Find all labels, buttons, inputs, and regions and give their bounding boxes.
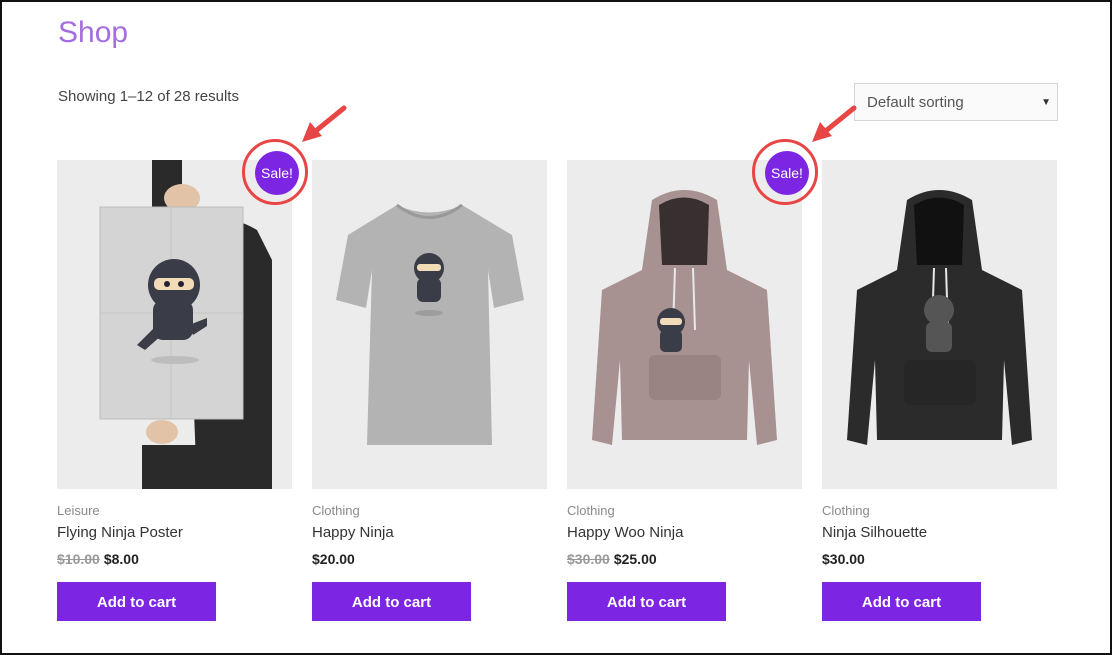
add-to-cart-button[interactable]: Add to cart (567, 582, 726, 621)
tshirt-image (312, 160, 547, 489)
original-price: $10.00 (57, 551, 100, 567)
original-price: $30.00 (567, 551, 610, 567)
sale-price: $25.00 (613, 551, 657, 567)
product-price: $20.00 (312, 551, 547, 567)
page-title: Shop (58, 16, 129, 49)
product-price: $10.00 $8.00 (57, 551, 292, 567)
add-to-cart-button[interactable]: Add to cart (822, 582, 981, 621)
product-card: Clothing Happy Woo Ninja $30.00 $25.00 Ad… (567, 160, 802, 621)
product-category: Clothing (822, 503, 870, 518)
product-image-tshirt[interactable] (312, 160, 547, 489)
product-price: $30.00 (822, 551, 1057, 567)
regular-price: $30.00 (822, 551, 865, 567)
poster-image (57, 160, 292, 489)
regular-price: $20.00 (312, 551, 355, 567)
hoodie-black-image (822, 160, 1057, 489)
product-card: Clothing Ninja Silhouette $30.00 Add to … (822, 160, 1057, 621)
product-price: $30.00 $25.00 (567, 551, 802, 567)
sort-select[interactable]: Default sorting ▼ (854, 83, 1058, 121)
product-category: Clothing (567, 503, 615, 518)
annotation-circle (752, 139, 818, 205)
product-image-hoodie-black[interactable] (822, 160, 1057, 489)
product-name[interactable]: Happy Woo Ninja (567, 524, 802, 541)
product-card: Leisure Flying Ninja Poster $10.00 $8.00 … (57, 160, 292, 621)
product-card: Clothing Happy Ninja $20.00 Add to cart (312, 160, 547, 621)
product-name[interactable]: Flying Ninja Poster (57, 524, 292, 541)
add-to-cart-button[interactable]: Add to cart (57, 582, 216, 621)
product-category: Clothing (312, 503, 360, 518)
product-image-poster[interactable] (57, 160, 292, 489)
annotation-arrow-icon (812, 105, 857, 142)
annotation-circle (242, 139, 308, 205)
result-count: Showing 1–12 of 28 results (58, 88, 239, 105)
product-name[interactable]: Happy Ninja (312, 524, 547, 541)
sort-select-value: Default sorting (867, 94, 964, 111)
annotation-arrow-icon (302, 105, 347, 142)
dropdown-caret-icon: ▼ (1041, 97, 1051, 108)
product-name[interactable]: Ninja Silhouette (822, 524, 1057, 541)
hoodie-pink-image (567, 160, 802, 489)
sale-price: $8.00 (103, 551, 139, 567)
add-to-cart-button[interactable]: Add to cart (312, 582, 471, 621)
product-image-hoodie-pink[interactable] (567, 160, 802, 489)
product-category: Leisure (57, 503, 100, 518)
screenshot-frame: Shop Showing 1–12 of 28 results Default … (0, 0, 1112, 655)
